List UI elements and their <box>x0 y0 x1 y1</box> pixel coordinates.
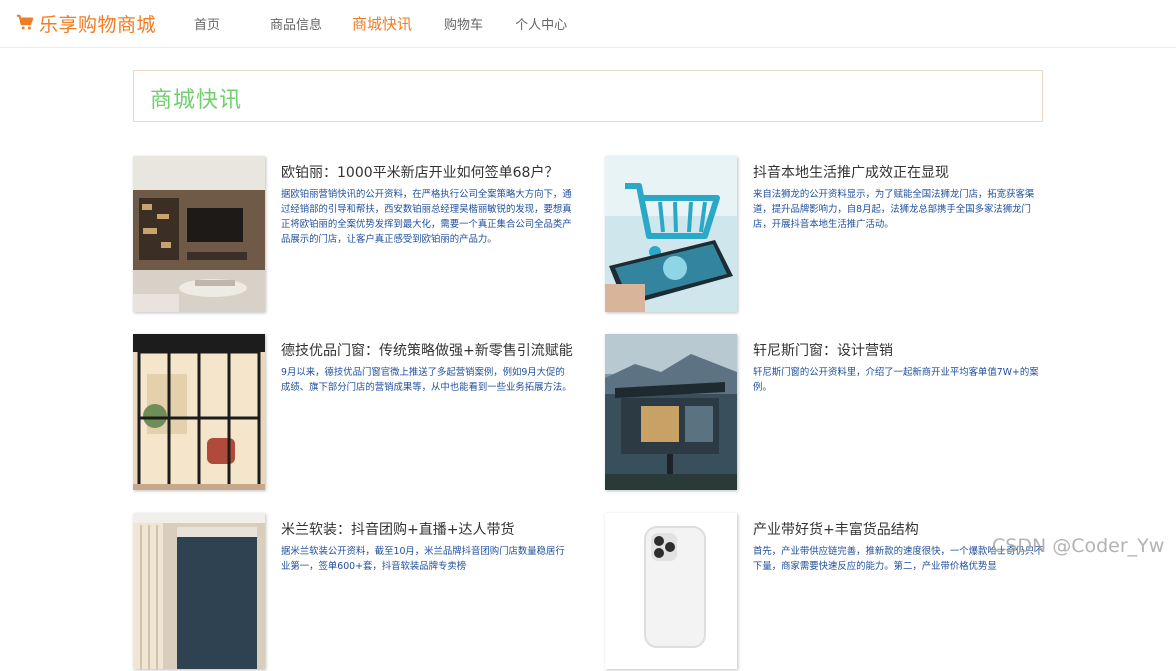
news-summary: 据米兰软装公开资料，截至10月，米兰品牌抖音团购门店数量稳居行业第一，签单600… <box>281 546 565 572</box>
top-navigation-bar: 乐享购物商城 首页 商品信息 商城快讯 购物车 个人中心 <box>0 0 1176 48</box>
news-thumbnail-curtains[interactable] <box>133 513 265 669</box>
news-summary: 轩尼斯门窗的公开资料里，介绍了一起新商开业平均客单值7W+的案例。 <box>753 367 1039 393</box>
news-summary: 9月以来，德技优品门窗官微上推送了多起营销案例，例如9月大促的成绩、旗下部分门店… <box>281 367 572 393</box>
brand-name: 乐享购物商城 <box>39 13 157 36</box>
news-title[interactable]: 产业带好货+丰富货品结构 <box>753 519 1053 539</box>
section-header-box: 商城快讯 <box>133 70 1043 122</box>
brand-logo-link[interactable]: 乐享购物商城 <box>16 9 156 37</box>
news-card[interactable]: 欧铂丽：1000平米新店开业如何签单68户？ 据欧铂丽营销快讯的公开资料，在严格… <box>133 156 578 314</box>
nav-user-center[interactable]: 个人中心 <box>506 14 576 33</box>
news-title[interactable]: 米兰软装：抖音团购+直播+达人带货 <box>281 519 581 539</box>
news-card[interactable]: 轩尼斯门窗：设计营销 轩尼斯门窗的公开资料里，介绍了一起新商开业平均客单值7W+… <box>605 334 1050 492</box>
news-card[interactable]: 产业带好货+丰富货品结构 首先，产业带供应链完善，推新款的速度很快，一个爆款哈士… <box>605 513 1050 671</box>
news-card[interactable]: 米兰软装：抖音团购+直播+达人带货 据米兰软装公开资料，截至10月，米兰品牌抖音… <box>133 513 578 671</box>
shopping-cart-icon <box>16 14 34 30</box>
news-title[interactable]: 抖音本地生活推广成效正在显现 <box>753 162 1053 182</box>
news-thumbnail-living-room[interactable] <box>133 156 265 312</box>
main-nav: 首页 商品信息 商城快讯 购物车 个人中心 <box>185 0 576 46</box>
nav-product-info[interactable]: 商品信息 <box>261 14 331 33</box>
nav-mall-news[interactable]: 商城快讯 <box>343 13 421 34</box>
news-thumbnail-glass-door[interactable] <box>133 334 265 490</box>
news-card[interactable]: 抖音本地生活推广成效正在显现 来自法狮龙的公开资料显示，为了赋能全国法狮龙门店，… <box>605 156 1050 314</box>
news-title[interactable]: 欧铂丽：1000平米新店开业如何签单68户？ <box>281 162 581 182</box>
news-summary: 来自法狮龙的公开资料显示，为了赋能全国法狮龙门店，拓宽获客渠道，提升品牌影响力，… <box>753 189 1035 230</box>
section-title: 商城快讯 <box>150 88 243 113</box>
news-title[interactable]: 德技优品门窗：传统策略做强+新零售引流赋能 <box>281 340 581 360</box>
news-summary: 据欧铂丽营销快讯的公开资料，在严格执行公司全案策略大方向下，通过经销部的引导和帮… <box>281 189 572 245</box>
news-thumbnail-phone[interactable] <box>605 513 737 669</box>
news-thumbnail-shopping-cart-phone[interactable] <box>605 156 737 312</box>
news-card[interactable]: 德技优品门窗：传统策略做强+新零售引流赋能 9月以来，德技优品门窗官微上推送了多… <box>133 334 578 492</box>
nav-cart[interactable]: 购物车 <box>435 14 492 33</box>
news-summary: 首先，产业带供应链完善，推新款的速度很快，一个爆款哈士奇仍只不下量，商家需要快速… <box>753 546 1044 572</box>
news-title[interactable]: 轩尼斯门窗：设计营销 <box>753 340 1053 360</box>
nav-home[interactable]: 首页 <box>185 14 229 33</box>
news-thumbnail-glass-house[interactable] <box>605 334 737 490</box>
